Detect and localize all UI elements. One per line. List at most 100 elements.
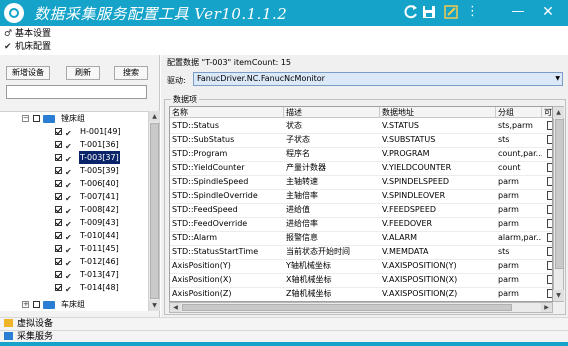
- device-checkbox[interactable]: [55, 141, 62, 148]
- device-checkbox[interactable]: [55, 245, 62, 252]
- device-label: T-014[48]: [80, 283, 119, 292]
- device-label: T-007[41]: [80, 192, 119, 201]
- tree-device-item[interactable]: ✔ T-013[47]: [0, 268, 148, 281]
- tree-device-item[interactable]: ✔ T-008[42]: [0, 203, 148, 216]
- column-header-group[interactable]: 分组: [496, 107, 542, 118]
- tree-device-item[interactable]: ✔ T-010[44]: [0, 229, 148, 242]
- writable-checkbox[interactable]: [547, 219, 552, 228]
- nav-virtual-device[interactable]: 虚拟设备: [0, 317, 568, 330]
- driver-select[interactable]: FanucDriver.NC.FanucNcMonitor ▼: [193, 72, 563, 86]
- writable-checkbox[interactable]: [547, 275, 552, 284]
- scroll-left-icon[interactable]: ◀: [170, 303, 181, 312]
- writable-checkbox[interactable]: [547, 121, 552, 130]
- device-tree: − 镗床组 ✔ H-001[49] ✔ T-001[36] ✔ T-003[37] ✔ T-0…: [0, 111, 148, 311]
- scroll-up-icon[interactable]: ▲: [553, 107, 564, 118]
- device-label: T-010[44]: [80, 231, 119, 240]
- writable-checkbox[interactable]: [547, 177, 552, 186]
- refresh-button[interactable]: 刷新: [66, 66, 100, 80]
- scroll-down-icon[interactable]: ▼: [149, 300, 160, 311]
- cell-name: STD::YieldCounter: [172, 163, 245, 172]
- writable-checkbox[interactable]: [547, 191, 552, 200]
- tree-group-label: 车床组: [61, 300, 85, 309]
- tree-group-other[interactable]: + 车床组: [0, 298, 148, 311]
- device-checkbox[interactable]: [55, 167, 62, 174]
- device-checkbox[interactable]: [55, 180, 62, 187]
- minimize-icon[interactable]: —: [510, 3, 526, 21]
- tree-scrollbar[interactable]: ▲ ▼: [148, 111, 160, 311]
- scroll-thumb[interactable]: [150, 123, 159, 299]
- device-label: T-006[40]: [80, 179, 119, 188]
- tree-device-item[interactable]: ✔ T-014[48]: [0, 281, 148, 294]
- table-vertical-scrollbar[interactable]: ▲ ▼: [553, 106, 564, 302]
- add-device-button[interactable]: 新增设备: [6, 66, 50, 80]
- close-icon[interactable]: ✕: [540, 3, 556, 21]
- device-checkbox[interactable]: [55, 271, 62, 278]
- writable-checkbox[interactable]: [547, 289, 552, 298]
- expand-icon[interactable]: +: [22, 301, 29, 308]
- data-items-group: 数据项 名称 描述 数据地址 分组 可写 STD::Status 状态 V.STAT…: [164, 94, 566, 315]
- cell-description: 当前状态开始时间: [286, 247, 350, 256]
- writable-checkbox[interactable]: [547, 261, 552, 270]
- writable-checkbox[interactable]: [547, 247, 552, 256]
- scroll-right-icon[interactable]: ▶: [541, 303, 552, 312]
- tree-device-item[interactable]: ✔ T-011[45]: [0, 242, 148, 255]
- cell-description: X轴机械坐标: [286, 275, 332, 284]
- tree-device-item[interactable]: ✔ H-001[49]: [0, 125, 148, 138]
- collapse-icon[interactable]: −: [22, 115, 29, 122]
- refresh-icon[interactable]: [403, 3, 419, 21]
- save-icon[interactable]: [421, 3, 437, 21]
- driver-value: FanucDriver.NC.FanucNcMonitor: [197, 74, 325, 83]
- device-checkbox[interactable]: [55, 193, 62, 200]
- search-button[interactable]: 搜索: [114, 66, 148, 80]
- writable-checkbox[interactable]: [547, 149, 552, 158]
- cell-name: AxisPosition(Y): [172, 261, 231, 270]
- window-title: 数据采集服务配置工具 Ver10.1.1.2: [34, 5, 288, 23]
- device-label: T-008[42]: [80, 205, 119, 214]
- writable-checkbox[interactable]: [547, 233, 552, 242]
- device-checkbox[interactable]: [55, 258, 62, 265]
- table-horizontal-scrollbar[interactable]: ◀ ▶: [169, 302, 553, 313]
- device-checkbox[interactable]: [55, 284, 62, 291]
- writable-checkbox[interactable]: [547, 135, 552, 144]
- scroll-thumb[interactable]: [182, 304, 512, 311]
- device-checkbox[interactable]: [55, 219, 62, 226]
- edit-icon[interactable]: [443, 3, 459, 21]
- tree-device-item[interactable]: ✔ T-006[40]: [0, 177, 148, 190]
- cell-group: parm: [498, 289, 519, 298]
- menu-machine-config[interactable]: ✔ 机床配置: [0, 41, 568, 53]
- more-icon[interactable]: ⋮: [466, 3, 479, 21]
- menu-basic-settings[interactable]: ♂ 基本设置: [0, 28, 568, 40]
- device-label: T-011[45]: [80, 244, 119, 253]
- group-checkbox[interactable]: [33, 301, 40, 308]
- group-checkbox[interactable]: [33, 115, 40, 122]
- tree-device-item[interactable]: ✔ T-009[43]: [0, 216, 148, 229]
- cell-description: 子状态: [286, 135, 310, 144]
- cell-address: V.FEEDOVER: [382, 219, 433, 228]
- tree-device-item[interactable]: ✔ T-012[46]: [0, 255, 148, 268]
- scroll-down-icon[interactable]: ▼: [553, 290, 564, 301]
- tree-device-item[interactable]: ✔ T-003[37]: [0, 151, 148, 164]
- tree-group-label: 镗床组: [61, 114, 85, 123]
- column-header-address[interactable]: 数据地址: [380, 107, 496, 118]
- column-header-name[interactable]: 名称: [170, 107, 284, 118]
- device-checkbox[interactable]: [55, 154, 62, 161]
- cell-name: STD::FeedSpeed: [172, 205, 238, 214]
- search-input[interactable]: [6, 85, 147, 99]
- tree-device-item[interactable]: ✔ T-001[36]: [0, 138, 148, 151]
- cell-description: 主轴倍率: [286, 191, 318, 200]
- writable-checkbox[interactable]: [547, 205, 552, 214]
- device-checkbox[interactable]: [55, 128, 62, 135]
- device-panel: 新增设备 刷新 搜索 − 镗床组 ✔ H-001[49] ✔ T-001[36] ✔ T-…: [0, 55, 160, 317]
- scroll-thumb[interactable]: [555, 119, 564, 269]
- device-label: T-005[39]: [80, 166, 119, 175]
- tree-group-lathe[interactable]: − 镗床组: [0, 112, 148, 125]
- device-checkbox[interactable]: [55, 232, 62, 239]
- cell-group: sts: [498, 135, 510, 144]
- device-checkbox[interactable]: [55, 206, 62, 213]
- tree-device-item[interactable]: ✔ T-007[41]: [0, 190, 148, 203]
- scroll-up-icon[interactable]: ▲: [149, 111, 160, 122]
- writable-checkbox[interactable]: [547, 163, 552, 172]
- tree-device-item[interactable]: ✔ T-005[39]: [0, 164, 148, 177]
- column-header-writable[interactable]: 可写: [542, 107, 552, 118]
- column-header-description[interactable]: 描述: [284, 107, 380, 118]
